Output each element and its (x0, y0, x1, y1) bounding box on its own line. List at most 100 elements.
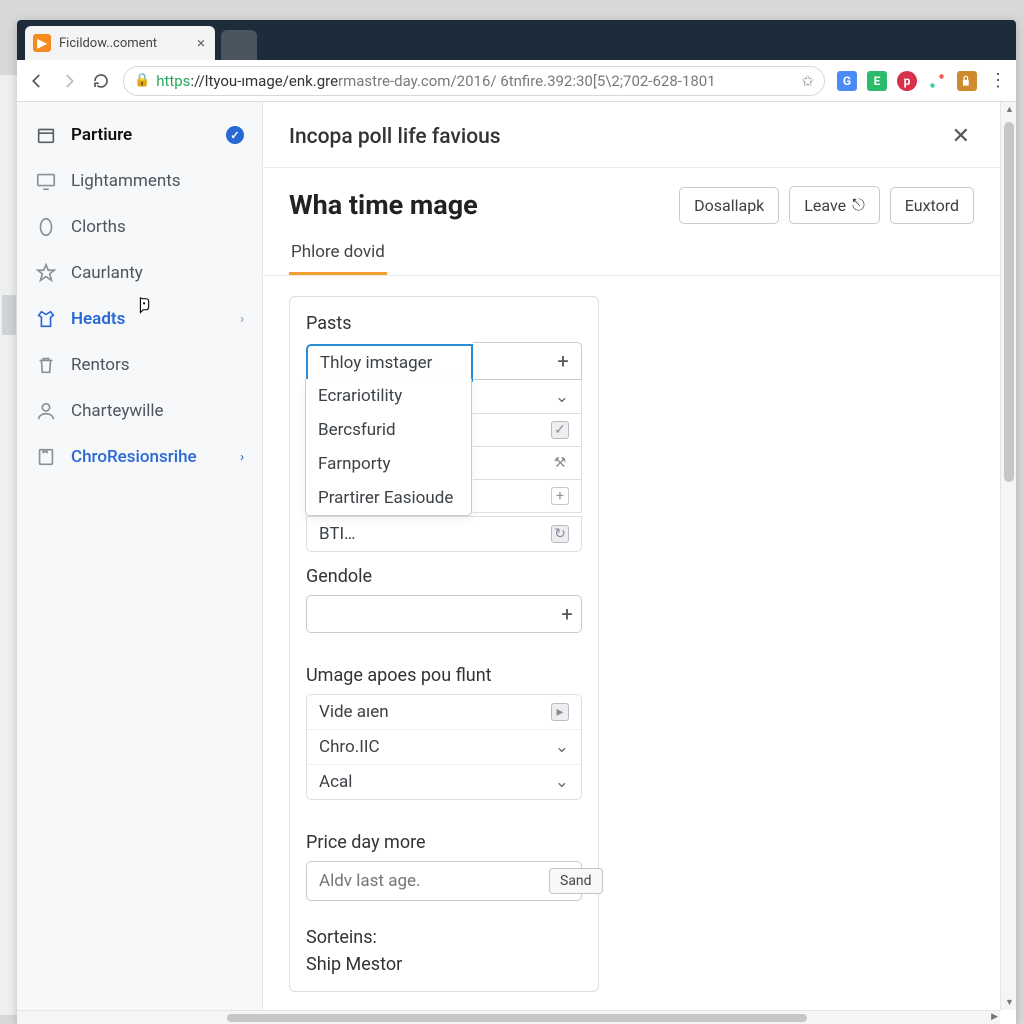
pinterest-icon[interactable]: p (897, 71, 917, 91)
leave-button[interactable]: Leave ⎋ (789, 186, 879, 224)
page-header: Incopa poll life favious ✕ (263, 102, 1000, 168)
sidebar-item-rentors[interactable]: Rentors (17, 342, 262, 388)
address-bar[interactable]: 🔒 https://ltyou-ımage/enk.grermastre-day… (123, 66, 825, 96)
list-row-bti[interactable]: BTI… ↻ (306, 516, 582, 552)
back-button[interactable] (27, 71, 47, 91)
scrollbar-thumb[interactable] (1004, 122, 1014, 482)
add-icon[interactable]: + (545, 343, 581, 379)
new-tab-button[interactable] (221, 30, 257, 60)
sidebar-item-charteywille[interactable]: Charteywille (17, 388, 262, 434)
scrollbar-thumb[interactable] (227, 1014, 807, 1022)
sidebar-item-partiure[interactable]: Partiure ✓ (17, 112, 262, 158)
send-button[interactable]: Sand (549, 868, 603, 894)
reload-button[interactable] (91, 71, 111, 91)
list-row[interactable]: Acal ⌄ (307, 764, 581, 799)
bti-label: BTI… (319, 524, 356, 544)
chevron-right-icon: › (240, 312, 244, 327)
url-text: https://ltyou-ımage/enk.grermastre-day.c… (156, 72, 715, 90)
check-badge-icon: ✓ (226, 126, 244, 144)
sidebar-item-label: Partiure (71, 125, 132, 145)
forward-button[interactable] (59, 71, 79, 91)
gendole-input-field[interactable]: + (306, 595, 582, 633)
vertical-scrollbar[interactable]: ▲ ▼ (1000, 102, 1016, 1010)
umage-label: Umage apoes pou flunt (306, 665, 582, 686)
trash-icon (35, 354, 57, 376)
sidebar-item-label: Charteywille (71, 401, 164, 421)
extension-icon[interactable] (927, 71, 947, 91)
row-label: Chro.IIC (319, 737, 380, 757)
list-row[interactable]: Vide aıen ▸ (307, 695, 581, 729)
list-row[interactable]: Chro.IIC ⌄ (307, 729, 581, 764)
sorteins-label: Sorteins: (290, 927, 598, 948)
list-row[interactable]: ✓ (473, 414, 582, 447)
sidebar-item-label: Lightamments (71, 171, 181, 191)
sidebar-item-chroresionsrihe[interactable]: ChroResionsrihe › (17, 434, 262, 480)
scroll-up-icon[interactable]: ▲ (1005, 104, 1014, 115)
action-icon[interactable]: ↻ (551, 525, 569, 543)
add-icon[interactable]: + (553, 596, 581, 632)
pasts-input-field[interactable] (306, 344, 473, 382)
tab-phlore-dovid[interactable]: Phlore dovid (289, 234, 387, 275)
pasts-dropdown: Ecrariotility Bercsfurid Farnporty Prart… (305, 379, 472, 516)
chevron-down-icon: ⌄ (555, 387, 569, 407)
sidebar-item-clorths[interactable]: Clorths (17, 204, 262, 250)
gendole-label: Gendole (306, 566, 582, 587)
dropdown-option[interactable]: Ecrariotility (306, 379, 471, 413)
row-label: Vide aıen (319, 702, 389, 722)
checkbox-icon[interactable]: ✓ (551, 421, 569, 439)
shirt-icon (35, 308, 57, 330)
dropdown-option[interactable]: Bercsfurid (306, 413, 471, 447)
site-info-icon[interactable]: ✩ (801, 72, 814, 90)
price-input[interactable] (319, 871, 541, 891)
plus-icon[interactable]: + (551, 487, 569, 505)
pasts-add-area: + (473, 342, 582, 380)
sidebar-item-label: Clorths (71, 217, 126, 237)
chevron-down-icon: ⌄ (555, 737, 569, 757)
browser-menu-button[interactable]: ⋮ (989, 70, 1006, 91)
dosallapk-button[interactable]: Dosallapk (679, 187, 779, 224)
extension-icon[interactable]: G (837, 71, 857, 91)
tab-close-icon[interactable]: × (197, 34, 205, 52)
dropdown-option[interactable]: Farnporty (306, 447, 471, 481)
breadcrumb: Incopa poll life favious (289, 125, 948, 149)
gendole-input[interactable] (307, 596, 553, 632)
list-row[interactable]: ⚒ (473, 447, 582, 480)
tab-row: Phlore dovid (263, 234, 1000, 276)
sidebar-item-caurlanty[interactable]: Caurlanty (17, 250, 262, 296)
chevron-down-icon: ⌄ (555, 772, 569, 792)
star-icon (35, 262, 57, 284)
browser-tab[interactable]: ▶ Ficildow..coment × (25, 26, 215, 60)
euxtord-button[interactable]: Euxtord (890, 187, 974, 224)
sidebar: Partiure ✓ Lightamments Clorths Caurlant… (17, 102, 263, 1010)
sorteins-value: Ship Mestor (290, 948, 598, 975)
sidebar-item-label: Headts (71, 309, 125, 329)
extension-icon[interactable] (957, 71, 977, 91)
main-panel: Incopa poll life favious ✕ Wha time mage… (263, 102, 1016, 1010)
form-card: Pasts + Ecrariotility Bercsfurid Farnpor… (289, 296, 599, 992)
note-icon (35, 446, 57, 468)
checkbox-icon[interactable]: ▸ (551, 703, 569, 721)
sidebar-item-headts[interactable]: Headts › (17, 296, 262, 342)
wrench-icon[interactable]: ⚒ (551, 454, 569, 472)
list-row[interactable]: + (473, 480, 582, 513)
browser-toolbar: 🔒 https://ltyou-ımage/enk.grermastre-day… (17, 60, 1016, 102)
form-area: Pasts + Ecrariotility Bercsfurid Farnpor… (263, 276, 1000, 1010)
sidebar-item-label: ChroResionsrihe (71, 447, 197, 467)
leave-icon: ⎋ (852, 195, 865, 215)
browser-window: ▶ Ficildow..coment × 🔒 https://ltyou-ıma… (17, 20, 1016, 1024)
sub-header: Wha time mage Dosallapk Leave ⎋ Euxtord (263, 168, 1000, 234)
sidebar-item-label: Caurlanty (71, 263, 143, 283)
scroll-right-icon[interactable]: ▶ (991, 1012, 998, 1022)
pasts-label: Pasts (306, 313, 582, 334)
scroll-down-icon[interactable]: ▼ (1005, 997, 1014, 1008)
price-message-field[interactable]: Sand (306, 861, 582, 901)
list-row[interactable]: ⌄ (473, 380, 582, 414)
tab-favicon-icon: ▶ (33, 34, 51, 52)
sidebar-item-lightamments[interactable]: Lightamments (17, 158, 262, 204)
horizontal-scrollbar[interactable]: ▶ (17, 1010, 1000, 1024)
close-button[interactable]: ✕ (948, 120, 974, 153)
dropdown-option[interactable]: Prartirer Easioude (306, 481, 471, 515)
tab-title: Ficildow..coment (59, 36, 189, 51)
oval-icon (35, 216, 57, 238)
extension-icon[interactable]: E (867, 71, 887, 91)
